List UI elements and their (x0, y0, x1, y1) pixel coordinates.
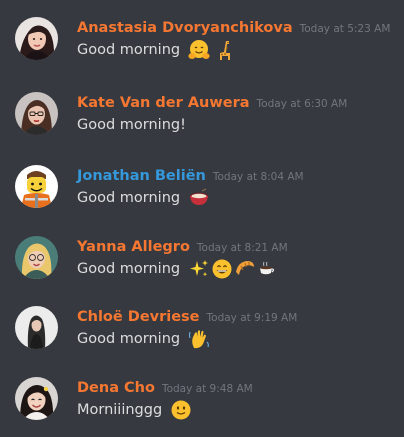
message-text: Good morning (77, 331, 181, 347)
coffee-emoji (258, 260, 276, 278)
message-content: Good morning! (77, 114, 186, 136)
waving-hand-emoji (188, 328, 210, 350)
bowl-emoji (188, 187, 210, 209)
chat-message: Dena Cho Today at 9:48 AM Morniiinggg (0, 377, 404, 437)
timestamp: Today at 9:48 AM (161, 383, 253, 395)
grinning-emoji (211, 258, 233, 280)
message-header: Dena Cho Today at 9:48 AM (77, 377, 253, 399)
username[interactable]: Dena Cho (77, 380, 155, 396)
message-header: Yanna Allegro Today at 8:21 AM (77, 236, 288, 258)
avatar[interactable] (15, 236, 58, 279)
chat-message: Jonathan Beliën Today at 8:04 AM Good mor… (0, 165, 404, 225)
timestamp: Today at 8:04 AM (212, 171, 304, 183)
hugging-face-emoji (188, 39, 210, 61)
message-header: Anastasia Dvoryanchikova Today at 5:23 AM (77, 17, 390, 39)
message-text: Good morning! (77, 117, 186, 133)
message-content: Good morning (77, 328, 210, 350)
username[interactable]: Yanna Allegro (77, 239, 190, 255)
croissant-emoji (234, 258, 256, 280)
giraffe-emoji (213, 39, 235, 61)
avatar[interactable] (15, 306, 58, 349)
message-content: Good morning (77, 39, 235, 61)
chat-message: Anastasia Dvoryanchikova Today at 5:23 AM… (0, 17, 404, 77)
message-content: Good morning (77, 258, 276, 280)
username[interactable]: Chloë Devriese (77, 309, 200, 325)
message-content: Good morning (77, 187, 210, 209)
avatar[interactable] (15, 165, 58, 208)
timestamp: Today at 5:23 AM (299, 23, 391, 35)
message-header: Jonathan Beliën Today at 8:04 AM (77, 165, 304, 187)
message-text: Good morning (77, 42, 181, 58)
message-header: Chloë Devriese Today at 9:19 AM (77, 306, 297, 328)
sparkles-emoji (188, 258, 210, 280)
chat-message: Yanna Allegro Today at 8:21 AM Good morni… (0, 236, 404, 296)
message-text: Good morning (77, 190, 181, 206)
username[interactable]: Jonathan Beliën (77, 168, 206, 184)
chat-message: Kate Van der Auwera Today at 6:30 AM Good… (0, 92, 404, 152)
chat-message-list: Anastasia Dvoryanchikova Today at 5:23 AM… (0, 0, 404, 437)
timestamp: Today at 6:30 AM (256, 98, 348, 110)
avatar[interactable] (15, 92, 58, 135)
username[interactable]: Kate Van der Auwera (77, 95, 250, 111)
message-text: Morniiinggg (77, 402, 163, 418)
message-content: Morniiinggg (77, 399, 192, 421)
chat-message: Chloë Devriese Today at 9:19 AM Good morn… (0, 306, 404, 366)
timestamp: Today at 9:19 AM (206, 312, 298, 324)
avatar[interactable] (15, 17, 58, 60)
message-header: Kate Van der Auwera Today at 6:30 AM (77, 92, 347, 114)
timestamp: Today at 8:21 AM (196, 242, 288, 254)
slight-smile-emoji (170, 399, 192, 421)
message-text: Good morning (77, 261, 181, 277)
username[interactable]: Anastasia Dvoryanchikova (77, 20, 293, 36)
avatar[interactable] (15, 377, 58, 420)
